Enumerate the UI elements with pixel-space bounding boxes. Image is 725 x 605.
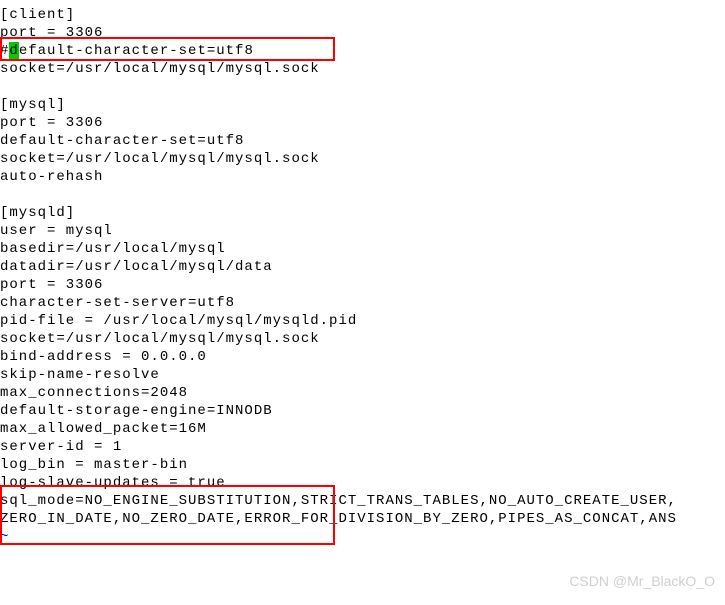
line-text: character-set-server=utf8 [0, 294, 235, 312]
line-text: default-storage-engine=INNODB [0, 402, 273, 420]
config-line: bind-address = 0.0.0.0 [0, 348, 725, 366]
line-text: socket=/usr/local/mysql/mysql.sock [0, 60, 320, 78]
config-line: default-character-set=utf8 [0, 132, 725, 150]
line-text: max_connections=2048 [0, 384, 188, 402]
config-line: log_bin = master-bin [0, 456, 725, 474]
config-line: max_connections=2048 [0, 384, 725, 402]
watermark: CSDN @Mr_BlackO_O [569, 572, 715, 590]
highlight-box-commented-line [0, 37, 335, 61]
config-line: port = 3306 [0, 276, 725, 294]
config-line: datadir=/usr/local/mysql/data [0, 258, 725, 276]
config-line: pid-file = /usr/local/mysql/mysqld.pid [0, 312, 725, 330]
highlight-box-server-config [0, 485, 335, 545]
config-line: [client] [0, 6, 725, 24]
line-text: port = 3306 [0, 114, 103, 132]
line-text: socket=/usr/local/mysql/mysql.sock [0, 330, 320, 348]
config-line: character-set-server=utf8 [0, 294, 725, 312]
line-text: basedir=/usr/local/mysql [0, 240, 226, 258]
config-line: auto-rehash [0, 168, 725, 186]
line-text: socket=/usr/local/mysql/mysql.sock [0, 150, 320, 168]
config-line: socket=/usr/local/mysql/mysql.sock [0, 60, 725, 78]
config-line: port = 3306 [0, 114, 725, 132]
config-line: server-id = 1 [0, 438, 725, 456]
config-line: socket=/usr/local/mysql/mysql.sock [0, 150, 725, 168]
config-line: max_allowed_packet=16M [0, 420, 725, 438]
config-line [0, 186, 725, 204]
line-text: server-id = 1 [0, 438, 122, 456]
line-text: user = mysql [0, 222, 113, 240]
line-text: [mysqld] [0, 204, 75, 222]
config-line: skip-name-resolve [0, 366, 725, 384]
config-line: basedir=/usr/local/mysql [0, 240, 725, 258]
config-line: [mysqld] [0, 204, 725, 222]
config-line: user = mysql [0, 222, 725, 240]
line-text: [client] [0, 6, 75, 24]
config-line [0, 78, 725, 96]
config-line: socket=/usr/local/mysql/mysql.sock [0, 330, 725, 348]
config-line: [mysql] [0, 96, 725, 114]
line-text: [mysql] [0, 96, 66, 114]
line-text: log_bin = master-bin [0, 456, 188, 474]
line-text: bind-address = 0.0.0.0 [0, 348, 207, 366]
line-text: pid-file = /usr/local/mysql/mysqld.pid [0, 312, 357, 330]
line-text: default-character-set=utf8 [0, 132, 244, 150]
line-text: datadir=/usr/local/mysql/data [0, 258, 273, 276]
line-text: max_allowed_packet=16M [0, 420, 207, 438]
config-line: default-storage-engine=INNODB [0, 402, 725, 420]
line-text: skip-name-resolve [0, 366, 160, 384]
line-text: port = 3306 [0, 276, 103, 294]
line-text: auto-rehash [0, 168, 103, 186]
